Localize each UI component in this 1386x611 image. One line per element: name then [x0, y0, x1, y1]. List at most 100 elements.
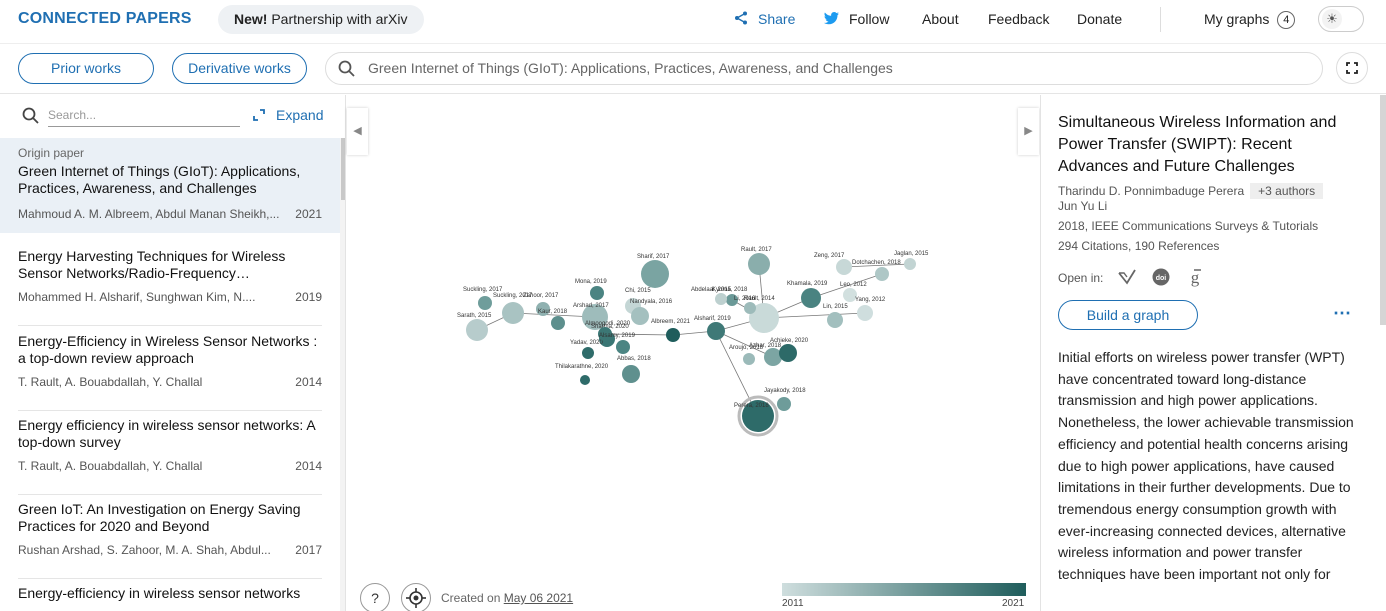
graph-node-circle[interactable]	[857, 305, 873, 321]
graph-node-circle[interactable]	[875, 267, 889, 281]
collapse-left-panel-button[interactable]: ◀	[347, 108, 368, 155]
paper-detail-panel: Simultaneous Wireless Information and Po…	[1040, 95, 1386, 611]
graph-node-circle[interactable]	[641, 260, 669, 288]
build-graph-button[interactable]: Build a graph	[1058, 300, 1198, 330]
paper-title: Energy-efficiency in wireless sensor net…	[18, 585, 301, 601]
more-options-button[interactable]: ⋯	[1333, 303, 1352, 324]
graph-node[interactable]: Abdelaal, 2015	[691, 287, 732, 305]
graph-node-circle[interactable]	[777, 397, 791, 411]
graph-node-circle[interactable]	[502, 302, 524, 324]
graph-node-circle[interactable]	[707, 322, 725, 340]
graph-node-circle[interactable]	[616, 340, 630, 354]
graph-node[interactable]: Lin, 2015	[823, 304, 848, 328]
my-graphs-count-badge: 4	[1277, 11, 1296, 30]
arxiv-partnership-badge[interactable]: New! Partnership with arXiv	[218, 5, 424, 34]
graph-node-label: Zeng, 2017	[814, 253, 845, 259]
graph-node[interactable]: Sarath, 2015	[457, 313, 492, 341]
author-name[interactable]: Tharindu D. Ponnimbaduge Perera	[1058, 184, 1244, 198]
created-date-text: Created on May 06 2021	[441, 591, 573, 605]
graph-node[interactable]: Yang, 2012	[855, 297, 886, 321]
origin-paper-year: 2021	[295, 207, 322, 221]
graph-node[interactable]: Rault, 2017	[741, 247, 772, 275]
graph-node-circle[interactable]	[744, 302, 756, 314]
created-date[interactable]: May 06 2021	[504, 591, 573, 605]
expand-button[interactable]: Expand	[252, 107, 323, 125]
twitter-icon	[824, 1, 839, 39]
graph-node[interactable]: Thilakarathne, 2020	[555, 364, 609, 385]
graph-node-label: Zahoor, 2017	[523, 293, 559, 299]
graph-node-circle[interactable]	[580, 375, 590, 385]
author-name[interactable]: Jun Yu Li	[1058, 199, 1107, 213]
graph-svg[interactable]: Sarath, 2015Suckling, 2017Suckling, 2017…	[347, 95, 1039, 611]
list-search-input[interactable]: Search...	[48, 105, 240, 127]
graph-node[interactable]: Albreem, 2021	[651, 319, 691, 342]
selected-paper-citations: 294 Citations, 190 References	[1058, 239, 1220, 253]
graph-node-circle[interactable]	[582, 347, 594, 359]
graph-node-circle[interactable]	[836, 259, 852, 275]
theme-toggle[interactable]: ☀	[1318, 6, 1364, 32]
list-item[interactable]: Green IoT: An Investigation on Energy Sa…	[18, 501, 322, 579]
graph-node-circle[interactable]	[827, 312, 843, 328]
doi-icon[interactable]: doi	[1151, 267, 1171, 287]
promo-new-label: New!	[234, 11, 268, 27]
follow-link[interactable]: Follow	[824, 0, 889, 38]
graph-node-label: Achieke, 2020	[770, 338, 809, 344]
graph-node-circle[interactable]	[801, 288, 821, 308]
origin-paper-authors: Mahmoud A. M. Albreem, Abdul Manan Sheik…	[18, 207, 280, 221]
graph-node-circle[interactable]	[715, 293, 727, 305]
graph-node-circle[interactable]	[779, 344, 797, 362]
feedback-link[interactable]: Feedback	[988, 0, 1049, 38]
help-button[interactable]: ?	[360, 583, 390, 611]
graph-node[interactable]: Kaur, 2018	[538, 309, 568, 330]
graph-node-label: Leo, 2012	[840, 282, 867, 288]
graph-node-label: Jayakody, 2018	[764, 388, 806, 394]
graph-node[interactable]: Dotchachen, 2018	[852, 260, 901, 281]
brand-logo[interactable]: CONNECTED PAPERS	[18, 10, 192, 28]
fullscreen-button[interactable]	[1336, 52, 1368, 84]
list-item[interactable]: Energy-efficiency in wireless sensor net…	[18, 585, 322, 611]
list-scrollbar[interactable]	[341, 138, 345, 200]
graph-node[interactable]: Zeng, 2017	[814, 253, 852, 275]
derivative-works-button[interactable]: Derivative works	[172, 53, 307, 84]
graph-node-circle[interactable]	[590, 286, 604, 300]
graph-node[interactable]: Mona, 2019	[575, 279, 607, 300]
paper-authors: Mohammed H. Alsharif, Sunghwan Kim, N...…	[18, 290, 256, 304]
graph-node[interactable]: Perera, 2018	[734, 395, 779, 437]
about-link[interactable]: About	[922, 0, 959, 38]
more-authors-button[interactable]: +3 authors	[1250, 183, 1324, 199]
graph-node-circle[interactable]	[466, 319, 488, 341]
my-graphs-link[interactable]: My graphs 4	[1204, 0, 1296, 38]
semantic-scholar-icon[interactable]	[1117, 267, 1137, 287]
paper-authors: T. Rault, A. Bouabdallah, Y. Challal	[18, 375, 203, 389]
list-item[interactable]: Energy efficiency in wireless sensor net…	[18, 417, 322, 495]
graph-node-circle[interactable]	[478, 296, 492, 310]
locate-icon	[406, 588, 426, 608]
list-item[interactable]: Energy Harvesting Techniques for Wireles…	[18, 248, 322, 326]
donate-link[interactable]: Donate	[1077, 0, 1122, 38]
google-scholar-icon[interactable]: g	[1185, 267, 1205, 287]
paper-authors: T. Rault, A. Bouabdallah, Y. Challal	[18, 459, 203, 473]
graph-node-circle[interactable]	[631, 307, 649, 325]
graph-node-label: Khamala, 2019	[787, 281, 828, 287]
list-item[interactable]: Energy-Efficiency in Wireless Sensor Net…	[18, 333, 322, 411]
graph-node[interactable]: Sharif, 2017	[637, 254, 670, 288]
graph-node[interactable]: Azhar, 2018	[749, 343, 782, 366]
share-link[interactable]: Share	[734, 0, 795, 38]
graph-node-circle[interactable]	[904, 258, 916, 270]
prior-works-button[interactable]: Prior works	[18, 53, 154, 84]
detail-scrollbar[interactable]	[1380, 95, 1386, 325]
graph-node-circle[interactable]	[743, 353, 755, 365]
origin-paper-card[interactable]: Origin paper Green Internet of Things (G…	[0, 138, 340, 233]
graph-node-circle[interactable]	[666, 328, 680, 342]
graph-node-circle[interactable]	[551, 316, 565, 330]
collapse-right-panel-button[interactable]: ▶	[1018, 108, 1039, 155]
locate-button[interactable]	[401, 583, 431, 611]
graph-canvas[interactable]: Sarath, 2015 Suckling, 2017 Suckling, 2017…	[347, 95, 1039, 611]
graph-node[interactable]: Abbas, 2018	[617, 356, 651, 383]
graph-node[interactable]: Yadav, 2020	[570, 340, 603, 359]
graph-node-circle[interactable]	[622, 365, 640, 383]
graph-node-circle[interactable]	[748, 253, 770, 275]
graph-node-label: Alsamy, 2019	[599, 333, 636, 339]
paper-search-bar[interactable]: Green Internet of Things (GIoT): Applica…	[325, 52, 1323, 85]
graph-node[interactable]: Li, 2016	[734, 296, 756, 314]
